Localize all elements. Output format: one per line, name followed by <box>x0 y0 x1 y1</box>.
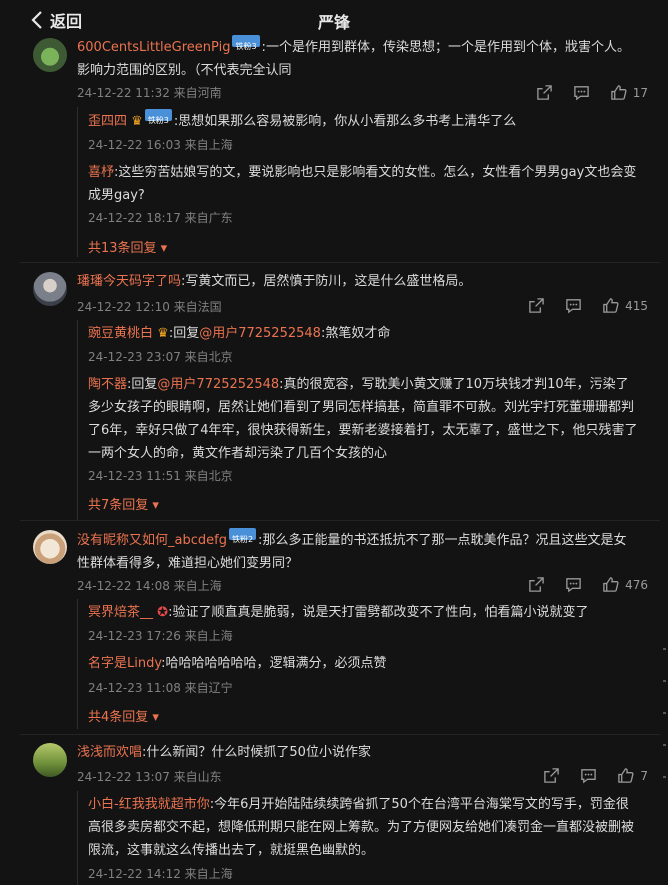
comment-username[interactable]: 没有昵称又如何_abcdefg <box>77 533 227 548</box>
comment-username[interactable]: 璠璠今天码字了吗 <box>77 274 181 289</box>
reply-text: 陶不器:回复@用户7725252548:真的很宽容，写耽美小黄文赚了10万块钱才… <box>88 377 638 461</box>
scroll-marker <box>663 680 666 682</box>
reply-username[interactable]: 名字是Lindy <box>88 656 161 671</box>
comment-text: 没有昵称又如何_abcdefg 铁粉2:那么多正能量的书还抵抗不了那一点耽美作品？… <box>77 528 637 575</box>
more-replies-link[interactable]: 共4条回复 ▾ <box>88 706 159 725</box>
like-icon <box>610 85 627 100</box>
share-button[interactable] <box>528 576 545 593</box>
share-icon <box>529 298 544 313</box>
comment-icon <box>573 86 589 101</box>
crown-icon: ♛ <box>131 114 143 129</box>
more-replies-link[interactable]: 共13条回复 ▾ <box>88 237 167 256</box>
reply-text: 小白-红我我就超市你:今年6月开始陆陆续续跨省抓了50个在台湾平台海棠写文的写手… <box>88 797 635 858</box>
comment-text: 璠璠今天码字了吗:写黄文而已，居然慎于防川，这是什么盛世格局。 <box>77 274 472 289</box>
avatar[interactable] <box>33 38 67 72</box>
comment-button[interactable] <box>580 767 597 784</box>
share-button[interactable] <box>543 767 560 784</box>
comment-username[interactable]: 浅浅而欢唱 <box>77 745 142 760</box>
comment-actions: 7 <box>543 767 648 784</box>
like-count: 17 <box>632 85 648 100</box>
comment-button[interactable] <box>573 84 590 101</box>
divider <box>20 520 660 521</box>
reply-username[interactable]: 喜杼 <box>88 165 114 180</box>
reply-meta: 24-12-22 18:17 来自广东 <box>88 211 233 225</box>
reply-text: 豌豆黄桃白 ♛:回复@用户7725252548:煞笔奴才命 <box>88 326 391 341</box>
reply-meta: 24-12-23 17:26 来自上海 <box>88 629 233 643</box>
reply-box: 豌豆黄桃白 ♛:回复@用户7725252548:煞笔奴才命 24-12-23 2… <box>77 320 647 520</box>
comment-icon <box>566 299 581 314</box>
comment-actions: 415 <box>528 297 648 314</box>
reply-text: 歪四四 ♛ 铁粉3:思想如果那么容易被影响，你从小看那么多书考上清华了么 <box>88 109 638 133</box>
share-button[interactable] <box>528 297 545 314</box>
reply-username[interactable]: 歪四四 <box>88 114 127 129</box>
divider <box>20 734 660 735</box>
reply-box: 冥界焙茶__ ✪:验证了顺直真是脆弱，说是天打雷劈都改变不了性向，怕看篇小说就变… <box>77 599 647 729</box>
like-button[interactable]: 476 <box>602 576 648 593</box>
scroll-marker <box>663 712 666 714</box>
reply-username[interactable]: 小白-红我我就超市你 <box>88 797 210 812</box>
mention-link[interactable]: @用户7725252548 <box>157 377 279 392</box>
fan-badge: 铁粉2 <box>228 528 257 544</box>
comment-text: 600CentsLittleGreenPig 铁粉3:一个是作用到群体，传染思想；… <box>77 35 637 82</box>
mention-link[interactable]: @用户7725252548 <box>199 326 321 341</box>
reply-username[interactable]: 冥界焙茶__ <box>88 605 153 620</box>
comment-meta: 24-12-22 11:32 来自河南 <box>77 86 222 100</box>
comment-button[interactable] <box>565 576 582 593</box>
like-icon <box>603 298 619 313</box>
crown-icon: ✪ <box>157 605 169 620</box>
reply-meta: 24-12-22 16:03 来自上海 <box>88 138 233 152</box>
avatar[interactable] <box>33 272 67 306</box>
like-button[interactable]: 17 <box>610 84 648 101</box>
fan-badge: 铁粉3 <box>144 109 172 125</box>
divider <box>20 262 660 263</box>
reply-username[interactable]: 陶不器 <box>88 377 127 392</box>
avatar[interactable] <box>33 743 67 777</box>
reply-box: 歪四四 ♛ 铁粉3:思想如果那么容易被影响，你从小看那么多书考上清华了么 24-1… <box>77 107 647 257</box>
more-replies-link[interactable]: 共7条回复 ▾ <box>88 494 159 513</box>
comment-text: 浅浅而欢唱:什么新闻？什么时候抓了50位小说作家 <box>77 745 371 760</box>
reply-text: 名字是Lindy:哈哈哈哈哈哈哈，逻辑满分，必须点赞 <box>88 656 387 671</box>
share-button[interactable] <box>536 84 553 101</box>
share-icon <box>529 577 544 592</box>
page-title: 严锋 <box>317 13 350 32</box>
like-count: 7 <box>640 768 648 783</box>
like-count: 476 <box>625 577 648 592</box>
comment-meta: 24-12-22 13:07 来自山东 <box>77 770 222 784</box>
reply-meta: 24-12-23 11:08 来自辽宁 <box>88 681 233 695</box>
reply-text: 喜杼:这些穷苦姑娘写的文，要说影响也只是影响看文的女性。怎么，女性看个男男gay… <box>88 165 637 203</box>
comment-actions: 17 <box>536 84 648 101</box>
comment-icon <box>581 769 597 784</box>
like-count: 415 <box>625 298 648 313</box>
scroll-marker <box>663 776 666 778</box>
like-icon <box>618 768 634 783</box>
reply-username[interactable]: 豌豆黄桃白 <box>88 326 153 341</box>
like-icon <box>603 577 619 592</box>
scroll-marker <box>663 648 666 650</box>
like-button[interactable]: 7 <box>617 767 648 784</box>
comment-actions: 476 <box>528 576 648 593</box>
crown-icon: ♛ <box>157 326 169 341</box>
like-button[interactable]: 415 <box>602 297 648 314</box>
fan-badge: 铁粉3 <box>232 35 260 51</box>
share-icon <box>536 85 552 100</box>
reply-text: 冥界焙茶__ ✪:验证了顺直真是脆弱，说是天打雷劈都改变不了性向，怕看篇小说就变… <box>88 605 589 620</box>
share-icon <box>544 768 560 783</box>
comment-username[interactable]: 600CentsLittleGreenPig <box>77 40 230 55</box>
avatar[interactable] <box>33 530 67 564</box>
comment-meta: 24-12-22 14:08 来自上海 <box>77 579 222 593</box>
reply-meta: 24-12-22 14:12 来自上海 <box>88 867 233 881</box>
scroll-marker <box>663 744 666 746</box>
comment-meta: 24-12-22 12:10 来自法国 <box>77 300 222 314</box>
reply-meta: 24-12-23 23:07 来自北京 <box>88 350 233 364</box>
reply-box: 小白-红我我就超市你:今年6月开始陆陆续续跨省抓了50个在台湾平台海棠写文的写手… <box>77 791 647 885</box>
comment-icon <box>566 578 581 593</box>
top-bar: 返回 严锋 <box>0 0 668 38</box>
comment-button[interactable] <box>565 297 582 314</box>
reply-meta: 24-12-23 11:51 来自北京 <box>88 469 233 483</box>
